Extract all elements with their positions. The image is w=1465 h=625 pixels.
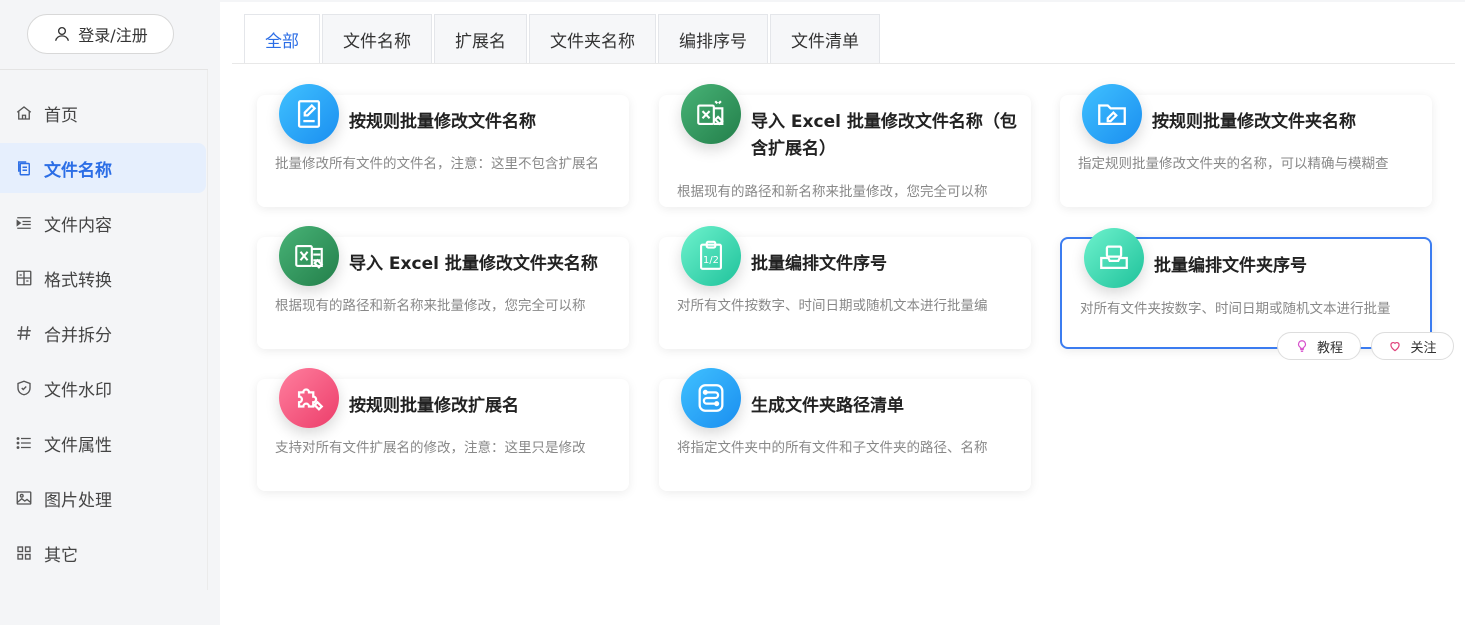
sidebar-item-watermark[interactable]: 文件水印 bbox=[0, 363, 206, 413]
tab-extension[interactable]: 扩展名 bbox=[434, 14, 527, 64]
card-description: 根据现有的路径和新名称来批量修改，您完全可以称 bbox=[275, 298, 586, 314]
sidebar-nav: 首页 文件名称 文件内容 格式转换 合并拆分 文件水印 文件属性 图片处理 其它 bbox=[0, 88, 206, 583]
card-title: 导入 Excel 批量修改文件夹名称 bbox=[349, 254, 598, 274]
sidebar-item-image-processing[interactable]: 图片处理 bbox=[0, 473, 206, 523]
sidebar-item-label: 文件内容 bbox=[44, 215, 112, 236]
folder-edit-icon bbox=[1082, 84, 1142, 144]
sidebar-item-format-convert[interactable]: 格式转换 bbox=[0, 253, 206, 303]
card-excel-rename-folders[interactable]: 导入 Excel 批量修改文件夹名称 根据现有的路径和新名称来批量修改，您完全可… bbox=[257, 226, 629, 349]
card-description: 支持对所有文件扩展名的修改，注意：这里只是修改 bbox=[275, 440, 586, 456]
sidebar-divider bbox=[0, 69, 208, 70]
shield-icon bbox=[15, 379, 33, 397]
sidebar-item-label: 文件属性 bbox=[44, 435, 112, 456]
sidebar-item-label: 其它 bbox=[44, 545, 78, 566]
card-description: 将指定文件夹中的所有文件和子文件夹的路径、名称 bbox=[677, 440, 988, 456]
tab-all[interactable]: 全部 bbox=[244, 14, 320, 64]
sidebar-item-label: 图片处理 bbox=[44, 490, 112, 511]
login-label: 登录/注册 bbox=[78, 26, 148, 45]
card-title: 按规则批量修改文件夹名称 bbox=[1152, 112, 1356, 132]
card-title: 批量编排文件夹序号 bbox=[1154, 256, 1307, 276]
follow-label: 关注 bbox=[1410, 340, 1437, 356]
excel-icon bbox=[681, 84, 741, 144]
sidebar-item-label: 格式转换 bbox=[44, 270, 112, 291]
sidebar-item-file-attributes[interactable]: 文件属性 bbox=[0, 418, 206, 468]
tutorial-button[interactable]: 教程 bbox=[1277, 332, 1361, 360]
image-icon bbox=[15, 489, 33, 507]
sidebar-scrollbar[interactable] bbox=[207, 70, 208, 590]
grid-convert-icon bbox=[15, 269, 33, 287]
tab-numbering[interactable]: 编排序号 bbox=[658, 14, 768, 64]
tab-folder-name[interactable]: 文件夹名称 bbox=[529, 14, 656, 64]
path-icon bbox=[681, 368, 741, 428]
home-icon bbox=[15, 104, 33, 122]
heart-icon bbox=[1390, 342, 1401, 352]
indent-list-icon bbox=[15, 214, 33, 232]
user-icon bbox=[55, 26, 70, 41]
sidebar-item-label: 首页 bbox=[44, 105, 78, 126]
excel-icon bbox=[279, 226, 339, 286]
list-icon bbox=[15, 434, 33, 452]
sidebar-item-label: 文件名称 bbox=[44, 160, 112, 181]
inbox-icon bbox=[1084, 228, 1144, 288]
sidebar-item-other[interactable]: 其它 bbox=[0, 528, 206, 578]
card-rename-files-by-rule[interactable]: 按规则批量修改文件名称 批量修改所有文件的文件名，注意：这里不包含扩展名 bbox=[257, 84, 629, 207]
sidebar-item-label: 合并拆分 bbox=[44, 325, 112, 346]
card-number-folders[interactable]: 批量编排文件夹序号 对所有文件夹按数字、时间日期或随机文本进行批量 bbox=[1060, 228, 1432, 349]
card-description: 指定规则批量修改文件夹的名称，可以精确与模糊查 bbox=[1078, 156, 1389, 172]
tabs-divider bbox=[232, 63, 1455, 64]
sidebar: 登录/注册 首页 文件名称 文件内容 格式转换 合并拆分 文件水印 文件属性 图… bbox=[0, 0, 220, 625]
apps-icon bbox=[15, 544, 33, 562]
card-title: 批量编排文件序号 bbox=[751, 254, 887, 274]
sidebar-item-file-content[interactable]: 文件内容 bbox=[0, 198, 206, 248]
card-title: 按规则批量修改文件名称 bbox=[349, 112, 536, 132]
sidebar-item-merge-split[interactable]: 合并拆分 bbox=[0, 308, 206, 358]
main-panel: 全部 文件名称 扩展名 文件夹名称 编排序号 文件清单 按规则批量修改文件名称 … bbox=[220, 2, 1465, 625]
tab-file-list[interactable]: 文件清单 bbox=[770, 14, 880, 64]
tab-bar: 全部 文件名称 扩展名 文件夹名称 编排序号 文件清单 bbox=[244, 14, 882, 64]
card-title: 生成文件夹路径清单 bbox=[751, 396, 904, 416]
sidebar-item-label: 文件水印 bbox=[44, 380, 112, 401]
file-copy-icon bbox=[15, 159, 33, 177]
card-title: 导入 Excel 批量修改文件名称（包含扩展名） bbox=[751, 112, 1017, 159]
clipboard-number-icon: 1/2 bbox=[681, 226, 741, 286]
puzzle-icon bbox=[279, 368, 339, 428]
follow-button[interactable]: 关注 bbox=[1371, 332, 1454, 360]
card-description: 批量修改所有文件的文件名，注意：这里不包含扩展名 bbox=[275, 156, 599, 172]
tutorial-label: 教程 bbox=[1316, 340, 1343, 356]
hash-icon bbox=[15, 324, 33, 342]
card-excel-rename-files[interactable]: 导入 Excel 批量修改文件名称（包含扩展名） 根据现有的路径和新名称来批量修… bbox=[659, 84, 1031, 207]
card-rename-folders-by-rule[interactable]: 按规则批量修改文件夹名称 指定规则批量修改文件夹的名称，可以精确与模糊查 bbox=[1060, 84, 1432, 207]
card-rename-extensions[interactable]: 按规则批量修改扩展名 支持对所有文件扩展名的修改，注意：这里只是修改 bbox=[257, 368, 629, 491]
sidebar-item-file-name[interactable]: 文件名称 bbox=[0, 143, 206, 193]
card-generate-folder-path-list[interactable]: 生成文件夹路径清单 将指定文件夹中的所有文件和子文件夹的路径、名称 bbox=[659, 368, 1031, 491]
lightbulb-icon bbox=[1297, 340, 1306, 352]
card-title: 按规则批量修改扩展名 bbox=[349, 396, 519, 416]
card-description: 对所有文件按数字、时间日期或随机文本进行批量编 bbox=[677, 298, 988, 314]
login-button[interactable]: 登录/注册 bbox=[27, 14, 174, 54]
svg-text:1/2: 1/2 bbox=[703, 255, 719, 266]
edit-document-icon bbox=[279, 84, 339, 144]
card-number-files[interactable]: 1/2 批量编排文件序号 对所有文件按数字、时间日期或随机文本进行批量编 bbox=[659, 226, 1031, 349]
card-description: 对所有文件夹按数字、时间日期或随机文本进行批量 bbox=[1080, 301, 1391, 317]
tab-file-name[interactable]: 文件名称 bbox=[322, 14, 432, 64]
card-description: 根据现有的路径和新名称来批量修改，您完全可以称 bbox=[677, 184, 988, 200]
sidebar-item-home[interactable]: 首页 bbox=[0, 88, 206, 138]
